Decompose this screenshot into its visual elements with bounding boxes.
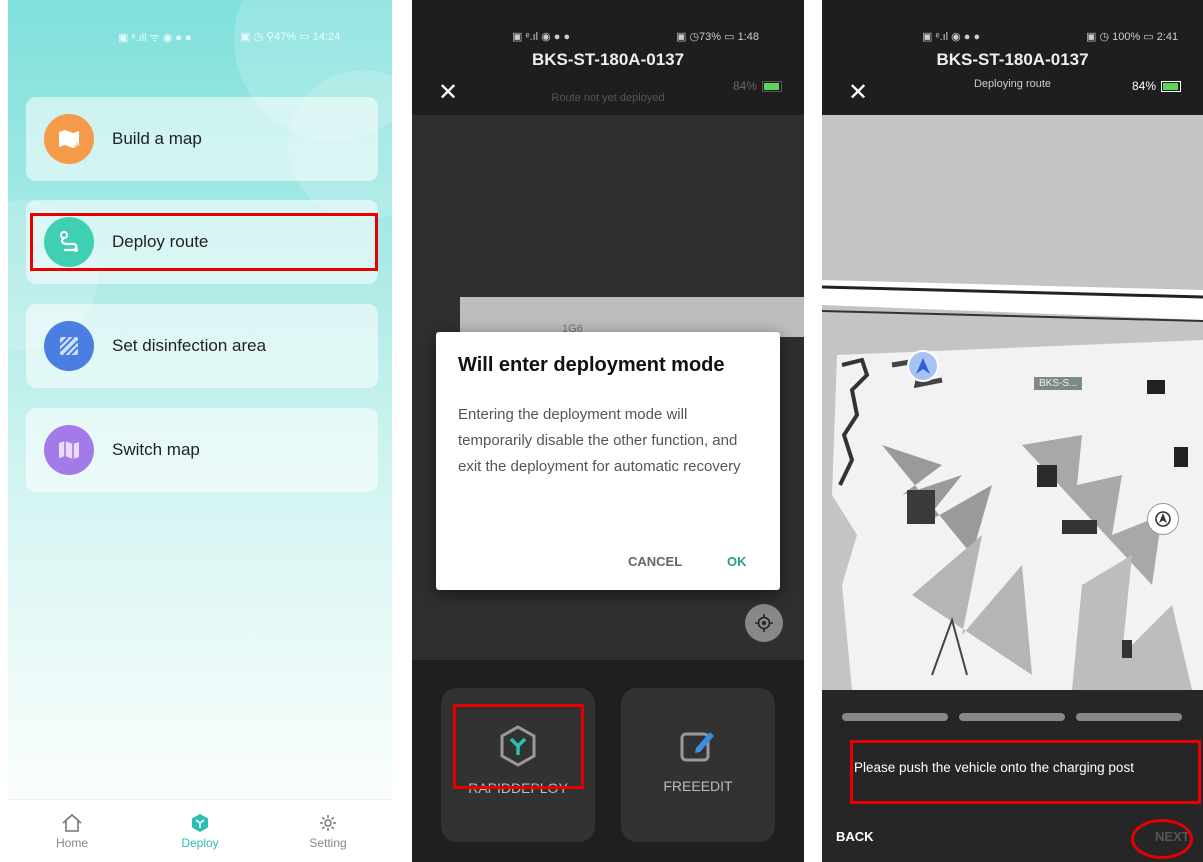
battery-indicator: 84%: [1132, 79, 1181, 93]
free-edit-button[interactable]: FREEEDIT: [621, 688, 775, 842]
tab-label: Deploy: [181, 835, 219, 850]
progress-segment: [1076, 713, 1182, 721]
device-title: BKS-ST-180A-0137: [531, 50, 685, 69]
dialog-title: Will enter deployment mode: [458, 354, 725, 376]
recenter-button[interactable]: [1147, 503, 1179, 535]
device-title: BKS-ST-180A-0137: [936, 50, 1089, 69]
cancel-button[interactable]: CANCEL: [628, 554, 682, 569]
svg-text:+: +: [73, 141, 81, 152]
highlight-instruction: [850, 740, 1201, 804]
switch-map-icon: [44, 425, 94, 475]
edit-icon: [680, 732, 714, 762]
robot-marker[interactable]: [907, 350, 939, 382]
occupancy-map: [822, 115, 1203, 690]
tab-label: Home: [55, 835, 88, 850]
locate-button[interactable]: [745, 604, 783, 642]
tab-home[interactable]: Home: [8, 800, 136, 862]
battery-icon: [762, 80, 782, 92]
dialog-body: Entering the deployment mode will tempor…: [458, 406, 741, 475]
deploy-map[interactable]: BKS-S...: [822, 115, 1203, 690]
top-bar: ▣ ᵉ.ıl ◉ ● ● ▣ ◷ 100% ▭ 2:41 ✕ BKS-ST-18…: [822, 0, 1203, 115]
battery-text: 84%: [732, 79, 757, 93]
menu-switch-map[interactable]: Switch map: [26, 408, 378, 492]
area-icon: [44, 321, 94, 371]
deploy-icon: [192, 813, 208, 832]
map-wall: [460, 297, 804, 337]
status-icons-left: ▣ ᵉ.ıl ◉ ● ●: [512, 31, 571, 43]
progress-segment: [842, 713, 948, 721]
deployment-dialog: Will enter deployment mode Entering the …: [436, 332, 780, 590]
battery-indicator: 84%: [733, 79, 782, 93]
status-icons-left: ▣ ᵉ.ıll ᯤ ◉ ● ●: [118, 32, 192, 44]
progress-segment: [959, 713, 1065, 721]
robot-tag: BKS-S...: [1034, 377, 1083, 390]
highlight-deploy-route: [30, 213, 378, 271]
menu-label: Build a map: [112, 129, 202, 148]
free-edit-label: FREEEDIT: [663, 778, 733, 794]
menu-label: Switch map: [112, 440, 200, 459]
menu-set-disinfection-area[interactable]: Set disinfection area: [26, 304, 378, 388]
status-right: ▣ ◷ 100% ▭ 2:41: [1086, 31, 1179, 43]
tab-deploy[interactable]: Deploy: [136, 800, 264, 862]
device-subtitle: Route not yet deployed: [551, 92, 665, 104]
bottom-tab-bar: Home Deploy Setting: [8, 799, 392, 862]
ok-button[interactable]: OK: [727, 554, 747, 569]
gear-icon: [320, 814, 336, 831]
highlight-rapid-deploy: [453, 704, 584, 789]
top-bar: ▣ ᵉ.ıl ◉ ● ● ▣ ◷73% ▭ 1:48 ✕ BKS-ST-180A…: [412, 0, 804, 115]
deploying-screen: ▣ ᵉ.ıl ◉ ● ● ▣ ◷ 100% ▭ 2:41 ✕ BKS-ST-18…: [822, 0, 1203, 862]
map-add-icon: +: [44, 114, 94, 164]
status-right: ▣ ◷ ⚲47% ▭ 14:24: [240, 31, 341, 43]
tab-label: Setting: [309, 835, 347, 850]
back-button[interactable]: BACK: [836, 829, 874, 844]
navigation-arrow-icon: [916, 358, 930, 374]
tab-setting[interactable]: Setting: [264, 800, 392, 862]
navigation-icon: [1155, 511, 1171, 527]
status-right: ▣ ◷73% ▭ 1:48: [676, 31, 759, 43]
crosshair-icon: [755, 614, 773, 632]
home-icon: [62, 813, 82, 832]
highlight-next: [1131, 819, 1193, 859]
battery-icon: [1161, 80, 1181, 92]
home-screen: ▣ ᵉ.ıll ᯤ ◉ ● ● ▣ ◷ ⚲47% ▭ 14:24 + Build…: [8, 0, 392, 862]
menu-label: Set disinfection area: [112, 336, 267, 355]
menu-build-map[interactable]: + Build a map: [26, 97, 378, 181]
battery-text: 84%: [1131, 79, 1156, 93]
status-icons-left: ▣ ᵉ.ıl ◉ ● ●: [922, 31, 981, 43]
